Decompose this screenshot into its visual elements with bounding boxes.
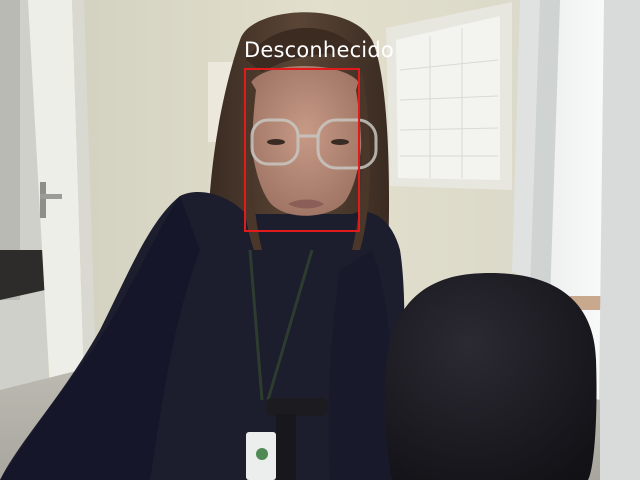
face-detection-box bbox=[244, 68, 360, 232]
camera-frame: Desconhecido bbox=[0, 0, 640, 480]
face-detection-label: Desconhecido bbox=[244, 38, 394, 62]
